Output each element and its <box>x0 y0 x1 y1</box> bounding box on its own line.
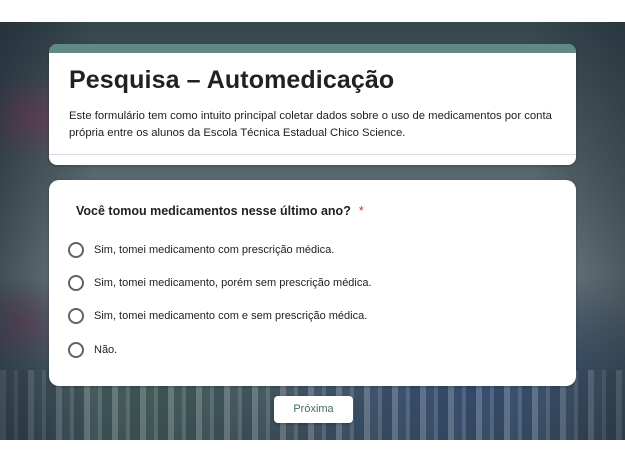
question-title: Você tomou medicamentos nesse último ano… <box>76 204 364 218</box>
question-text: Você tomou medicamentos nesse último ano… <box>76 204 351 218</box>
option-nao[interactable]: Não. <box>68 340 117 360</box>
required-asterisk: * <box>358 204 364 218</box>
accent-bar <box>49 44 576 53</box>
radio-button[interactable] <box>68 242 84 258</box>
option-sim-sem-prescricao[interactable]: Sim, tomei medicamento, porém sem prescr… <box>68 273 372 293</box>
radio-button[interactable] <box>68 275 84 291</box>
form-description: Este formulário tem como intuito princip… <box>69 110 552 139</box>
question-card: Você tomou medicamentos nesse último ano… <box>49 180 576 386</box>
option-label: Não. <box>94 344 118 356</box>
option-label: Sim, tomei medicamento com e sem prescri… <box>94 310 368 322</box>
option-sim-com-e-sem-prescricao[interactable]: Sim, tomei medicamento com e sem prescri… <box>68 306 367 326</box>
option-label: Sim, tomei medicamento com prescrição mé… <box>94 244 335 256</box>
option-label: Sim, tomei medicamento, porém sem prescr… <box>94 277 372 289</box>
form-title: Pesquisa – Automedicação <box>69 66 395 94</box>
next-button[interactable]: Próxima <box>274 396 353 423</box>
form-header-card: Pesquisa – Automedicação Este formulário… <box>49 44 576 165</box>
radio-button[interactable] <box>68 342 84 358</box>
option-sim-com-prescricao[interactable]: Sim, tomei medicamento com prescrição mé… <box>68 240 334 260</box>
header-divider <box>49 154 576 155</box>
radio-button[interactable] <box>68 308 84 324</box>
